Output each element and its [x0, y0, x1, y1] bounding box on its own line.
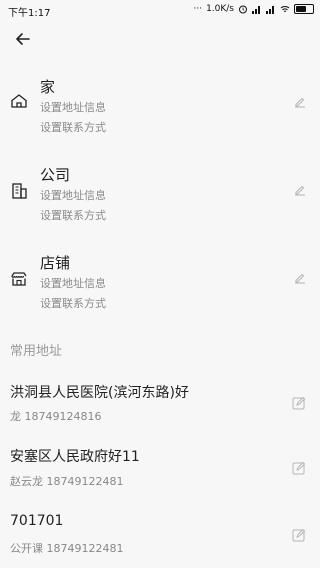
edit-icon[interactable] [292, 461, 306, 475]
place-title: 家 [40, 78, 56, 96]
place-title: 公司 [40, 166, 71, 184]
status-icons: ··· 1.0K/s [193, 4, 314, 14]
place-address-hint: 设置地址信息 [40, 189, 106, 202]
address-item[interactable]: 安塞区人民政府好11 赵云龙 18749122481 [0, 436, 320, 496]
place-address-hint: 设置地址信息 [40, 101, 106, 114]
section-title-common-addresses: 常用地址 [10, 344, 63, 359]
status-time: 下午1:17 [8, 8, 51, 19]
place-address-hint: 设置地址信息 [40, 277, 106, 290]
place-item-company[interactable]: 公司 设置地址信息 设置联系方式 [0, 158, 320, 240]
address-title: 安塞区人民政府好11 [10, 449, 140, 465]
address-title: 701701 [10, 513, 64, 529]
status-bar: 下午1:17 ··· 1.0K/s [0, 0, 320, 22]
address-title: 洪洞县人民医院(滨河东路)好 [10, 385, 189, 401]
place-contact-hint: 设置联系方式 [40, 297, 106, 310]
edit-icon[interactable] [292, 396, 306, 410]
back-arrow-icon[interactable] [14, 30, 32, 48]
edit-icon[interactable] [294, 184, 306, 196]
place-title: 店铺 [40, 254, 71, 272]
wifi-icon [280, 6, 290, 12]
building-icon [12, 183, 27, 199]
address-contact: 赵云龙 18749122481 [10, 475, 124, 488]
alarm-icon [239, 5, 247, 14]
place-item-home[interactable]: 家 设置地址信息 设置联系方式 [0, 70, 320, 152]
store-icon [11, 272, 27, 286]
net-speed: 1.0K/s [206, 4, 234, 14]
edit-icon[interactable] [294, 272, 306, 284]
home-icon [11, 94, 27, 108]
address-contact: 龙 18749124816 [10, 410, 102, 423]
address-item[interactable]: 701701 公开课 18749122481 [0, 503, 320, 563]
signal-4g-icon [266, 6, 274, 14]
dots-icon: ··· [193, 4, 203, 14]
place-contact-hint: 设置联系方式 [40, 121, 106, 134]
top-bar [0, 26, 320, 56]
place-item-store[interactable]: 店铺 设置地址信息 设置联系方式 [0, 246, 320, 328]
address-item[interactable]: 洪洞县人民医院(滨河东路)好 龙 18749124816 [0, 372, 320, 432]
signal-icon [252, 6, 260, 14]
address-contact: 公开课 18749122481 [10, 542, 124, 555]
edit-icon[interactable] [294, 96, 306, 108]
edit-icon[interactable] [292, 528, 306, 542]
place-contact-hint: 设置联系方式 [40, 209, 106, 222]
battery-icon [294, 4, 314, 14]
